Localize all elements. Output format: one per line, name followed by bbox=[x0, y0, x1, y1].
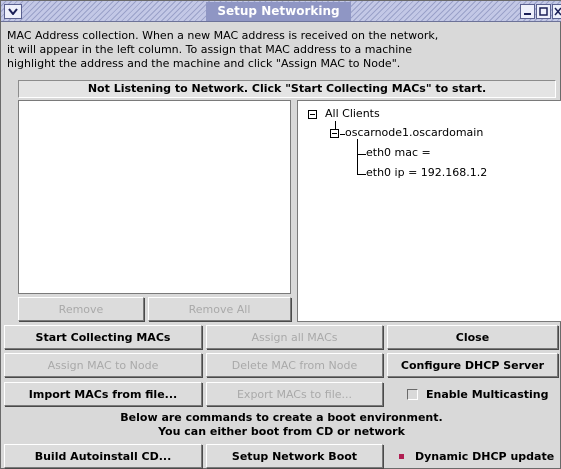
tree-connector bbox=[357, 174, 366, 175]
maximize-icon[interactable] bbox=[536, 4, 551, 19]
checkbox-label: Enable Multicasting bbox=[426, 387, 549, 401]
caption-line: Below are commands to create a boot envi… bbox=[120, 411, 443, 424]
close-window-icon[interactable] bbox=[552, 4, 561, 19]
tree-root-label[interactable]: All Clients bbox=[325, 107, 380, 120]
tree-connector bbox=[357, 154, 366, 155]
assign-mac-to-node-button[interactable]: Assign MAC to Node bbox=[4, 353, 202, 377]
instructions-line: highlight the address and the machine an… bbox=[7, 57, 401, 70]
collapse-icon[interactable] bbox=[308, 110, 317, 119]
checkbox-checked-icon[interactable] bbox=[396, 450, 407, 462]
checkbox-label: Dynamic DHCP update bbox=[415, 449, 555, 463]
dynamic-dhcp-update-checkbox[interactable]: Dynamic DHCP update bbox=[396, 444, 554, 468]
boot-environment-caption: Below are commands to create a boot envi… bbox=[1, 411, 561, 439]
remove-all-button[interactable]: Remove All bbox=[148, 297, 291, 321]
enable-multicasting-checkbox[interactable]: Enable Multicasting bbox=[407, 382, 549, 406]
title-bar[interactable]: Setup Networking bbox=[1, 1, 561, 22]
delete-mac-from-node-button[interactable]: Delete MAC from Node bbox=[206, 353, 383, 377]
tree-node-label[interactable]: oscarnode1.oscardomain bbox=[345, 126, 483, 139]
configure-dhcp-server-button[interactable]: Configure DHCP Server bbox=[387, 353, 558, 377]
setup-networking-window: Setup Networking MAC Address collection.… bbox=[0, 0, 561, 469]
start-collecting-macs-button[interactable]: Start Collecting MACs bbox=[4, 325, 202, 349]
tree-leaf-ip[interactable]: eth0 ip = 192.168.1.2 bbox=[366, 166, 487, 179]
setup-network-boot-button[interactable]: Setup Network Boot bbox=[206, 444, 383, 468]
checkbox-unchecked-icon[interactable] bbox=[407, 388, 418, 400]
caption-line: You can either boot from CD or network bbox=[158, 425, 405, 438]
build-autoinstall-cd-button[interactable]: Build Autoinstall CD... bbox=[4, 444, 202, 468]
instructions-line: it will appear in the left column. To as… bbox=[7, 43, 413, 56]
tree-connector bbox=[335, 121, 336, 129]
assign-all-macs-button[interactable]: Assign all MACs bbox=[206, 325, 383, 349]
instructions-line: MAC Address collection. When a new MAC a… bbox=[7, 29, 439, 42]
export-macs-button[interactable]: Export MACs to file... bbox=[206, 382, 383, 406]
tree-leaf-mac[interactable]: eth0 mac = bbox=[366, 146, 431, 159]
remove-button[interactable]: Remove bbox=[18, 297, 144, 321]
minimize-icon[interactable] bbox=[520, 4, 535, 19]
collapse-icon[interactable] bbox=[330, 129, 339, 138]
mac-address-list[interactable] bbox=[18, 100, 291, 294]
import-macs-button[interactable]: Import MACs from file... bbox=[4, 382, 202, 406]
close-button[interactable]: Close bbox=[387, 325, 558, 349]
instructions-text: MAC Address collection. When a new MAC a… bbox=[7, 29, 557, 71]
listening-status: Not Listening to Network. Click "Start C… bbox=[18, 80, 556, 98]
client-tree[interactable]: All Clients oscarnode1.oscardomain eth0 … bbox=[297, 100, 561, 322]
window-title: Setup Networking bbox=[206, 2, 351, 21]
window-menu-icon[interactable] bbox=[4, 4, 22, 19]
tree-connector bbox=[357, 139, 358, 175]
